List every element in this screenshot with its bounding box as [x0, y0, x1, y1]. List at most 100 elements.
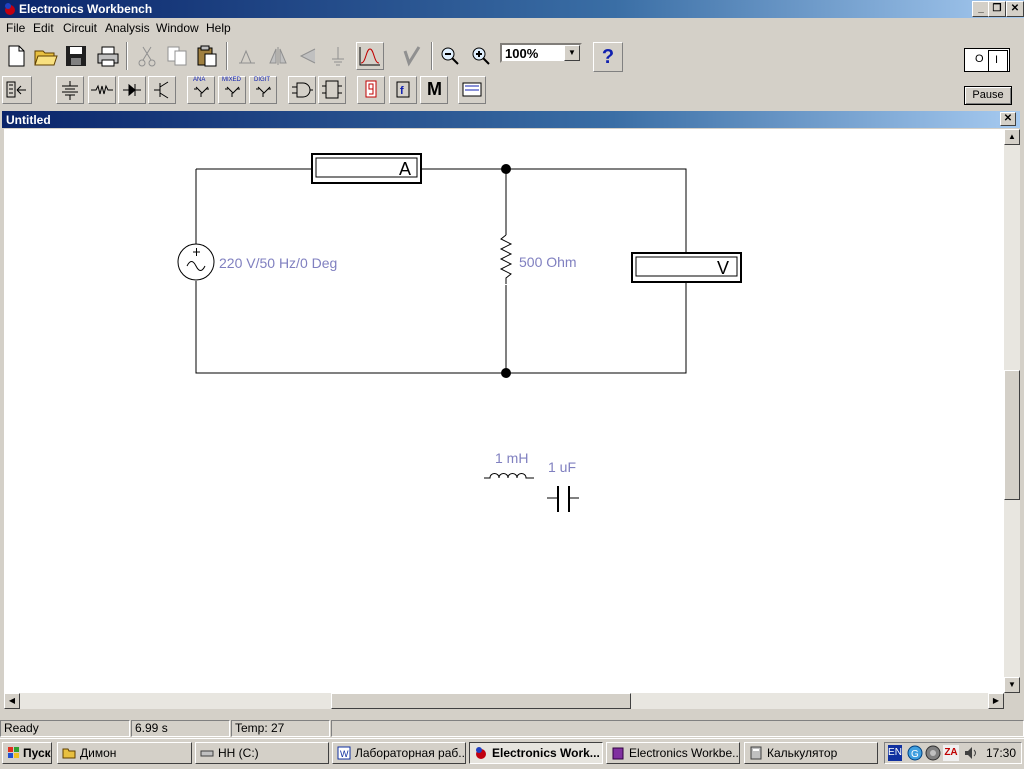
- favorites-bin-button[interactable]: [2, 76, 32, 104]
- misc-bin-label: M: [427, 79, 442, 99]
- taskbar: Пуск Димон HH (C:) W Лабораторная раб...…: [0, 738, 1024, 769]
- menu-circuit[interactable]: Circuit: [63, 21, 97, 35]
- vertical-scroll-thumb[interactable]: [1004, 370, 1020, 500]
- menu-edit[interactable]: Edit: [33, 21, 54, 35]
- flipflop-icon: [322, 80, 342, 99]
- logic-gates-bin-button[interactable]: [288, 76, 316, 104]
- scroll-right-icon[interactable]: ▶: [988, 693, 1004, 709]
- cut-button[interactable]: [133, 42, 161, 70]
- paste-button[interactable]: [193, 42, 221, 70]
- resistor-icon: [91, 84, 113, 95]
- task-label: HH (C:): [218, 746, 259, 760]
- status-state: Ready: [0, 720, 130, 737]
- printer-icon: [97, 46, 119, 67]
- digital-ics-bin-button[interactable]: DIGIT: [249, 76, 277, 104]
- save-button[interactable]: [62, 42, 90, 70]
- drive-icon: [200, 750, 214, 757]
- resistor[interactable]: [499, 234, 513, 284]
- flip-horizontal-icon: [269, 47, 287, 65]
- power-on-label: I: [995, 54, 999, 66]
- restore-button[interactable]: ❐: [988, 1, 1006, 17]
- instruments-bin-button[interactable]: [458, 76, 486, 104]
- zoom-select[interactable]: 100% ▼: [500, 43, 582, 63]
- print-button[interactable]: [94, 42, 122, 70]
- start-label: Пуск: [23, 746, 51, 760]
- ammeter-label: A: [399, 159, 411, 179]
- transistors-bin-button[interactable]: [148, 76, 176, 104]
- inductor[interactable]: [484, 473, 534, 479]
- start-button[interactable]: Пуск: [2, 742, 52, 764]
- subcircuit-icon: [332, 47, 344, 66]
- power-switch[interactable]: O I: [964, 48, 1010, 72]
- flip-horizontal-button[interactable]: [264, 42, 292, 70]
- subcircuit-button[interactable]: [324, 42, 352, 70]
- miscellaneous-bin-button[interactable]: M: [420, 76, 448, 104]
- zonealarm-icon[interactable]: ZA: [943, 745, 959, 761]
- language-indicator[interactable]: EN: [888, 745, 902, 761]
- flip-vertical-icon: [299, 48, 316, 64]
- task-label: Лабораторная раб...: [355, 746, 466, 760]
- chevron-down-icon[interactable]: ▼: [564, 45, 580, 61]
- zoom-out-button[interactable]: [436, 42, 464, 70]
- task-calculator[interactable]: Калькулятор: [744, 742, 878, 764]
- menu-file[interactable]: File: [6, 21, 25, 35]
- antivirus-icon[interactable]: [925, 745, 941, 761]
- pause-button[interactable]: Pause: [964, 86, 1012, 105]
- horizontal-scroll-thumb[interactable]: [331, 693, 631, 709]
- status-temp: Temp: 27: [231, 720, 330, 737]
- transistor-icon: [154, 81, 169, 99]
- voltmeter-label: V: [717, 258, 729, 278]
- circuit-canvas[interactable]: A V 220 V/50 Hz/0 Deg 500 Ohm 1 mH 1 uF: [4, 129, 1004, 693]
- document-close-button[interactable]: ✕: [1000, 112, 1016, 126]
- component-properties-button[interactable]: [398, 42, 426, 70]
- scroll-up-icon[interactable]: ▲: [1004, 129, 1020, 145]
- task-electronics-workbench-active[interactable]: Electronics Work...: [469, 742, 603, 764]
- flip-vertical-button[interactable]: [294, 42, 322, 70]
- help-button[interactable]: ?: [593, 42, 623, 72]
- new-file-button[interactable]: [2, 42, 30, 70]
- scissors-icon: [138, 46, 156, 67]
- save-disk-icon: [66, 46, 86, 66]
- scroll-left-icon[interactable]: ◀: [4, 693, 20, 709]
- graph-button[interactable]: [356, 42, 384, 70]
- horizontal-scrollbar[interactable]: ◀ ▶: [4, 693, 1004, 709]
- capacitor[interactable]: [547, 486, 579, 512]
- logic-gate-icon: [292, 82, 313, 98]
- power-off-side: O: [967, 52, 989, 68]
- basic-bin-button[interactable]: [88, 76, 116, 104]
- status-bar: Ready 6.99 s Temp: 27: [0, 718, 1024, 738]
- analog-ics-bin-button[interactable]: ANA: [187, 76, 215, 104]
- windows-logo-icon: [8, 747, 19, 758]
- menu-help[interactable]: Help: [206, 21, 231, 35]
- network-icon[interactable]: G: [907, 745, 923, 761]
- digital-bin-label: DIGIT: [254, 77, 270, 83]
- circuit-schematic: A V 220 V/50 Hz/0 Deg 500 Ohm 1 mH 1 uF: [177, 153, 742, 512]
- task-word-document[interactable]: W Лабораторная раб...: [332, 742, 466, 764]
- diodes-bin-button[interactable]: [118, 76, 146, 104]
- rotate-button[interactable]: [233, 42, 261, 70]
- document-title: Untitled: [6, 113, 51, 127]
- task-dimon[interactable]: Димон: [57, 742, 192, 764]
- task-drive-c[interactable]: HH (C:): [195, 742, 329, 764]
- indicators-bin-button[interactable]: [357, 76, 385, 104]
- svg-text:W: W: [340, 749, 349, 759]
- volume-icon[interactable]: [963, 745, 979, 761]
- ac-source[interactable]: [177, 243, 215, 281]
- vertical-scrollbar[interactable]: ▲ ▼: [1004, 129, 1020, 693]
- open-file-button[interactable]: [32, 42, 60, 70]
- digital-bin-button[interactable]: [318, 76, 346, 104]
- scroll-down-icon[interactable]: ▼: [1004, 677, 1020, 693]
- task-electronics-workbench[interactable]: Electronics Workbe...: [606, 742, 740, 764]
- sources-bin-button[interactable]: [56, 76, 84, 104]
- power-toggle-knob[interactable]: I: [988, 50, 1008, 72]
- zoom-in-button[interactable]: [467, 42, 495, 70]
- controls-bin-button[interactable]: f: [389, 76, 417, 104]
- menu-window[interactable]: Window: [156, 21, 199, 35]
- copy-button[interactable]: [163, 42, 191, 70]
- close-button[interactable]: ✕: [1006, 1, 1024, 17]
- menu-analysis[interactable]: Analysis: [105, 21, 150, 35]
- toolbar-separator: [431, 42, 433, 70]
- power-off-label: O: [975, 53, 984, 65]
- junction-top: [501, 164, 511, 174]
- mixed-ics-bin-button[interactable]: MIXED: [218, 76, 246, 104]
